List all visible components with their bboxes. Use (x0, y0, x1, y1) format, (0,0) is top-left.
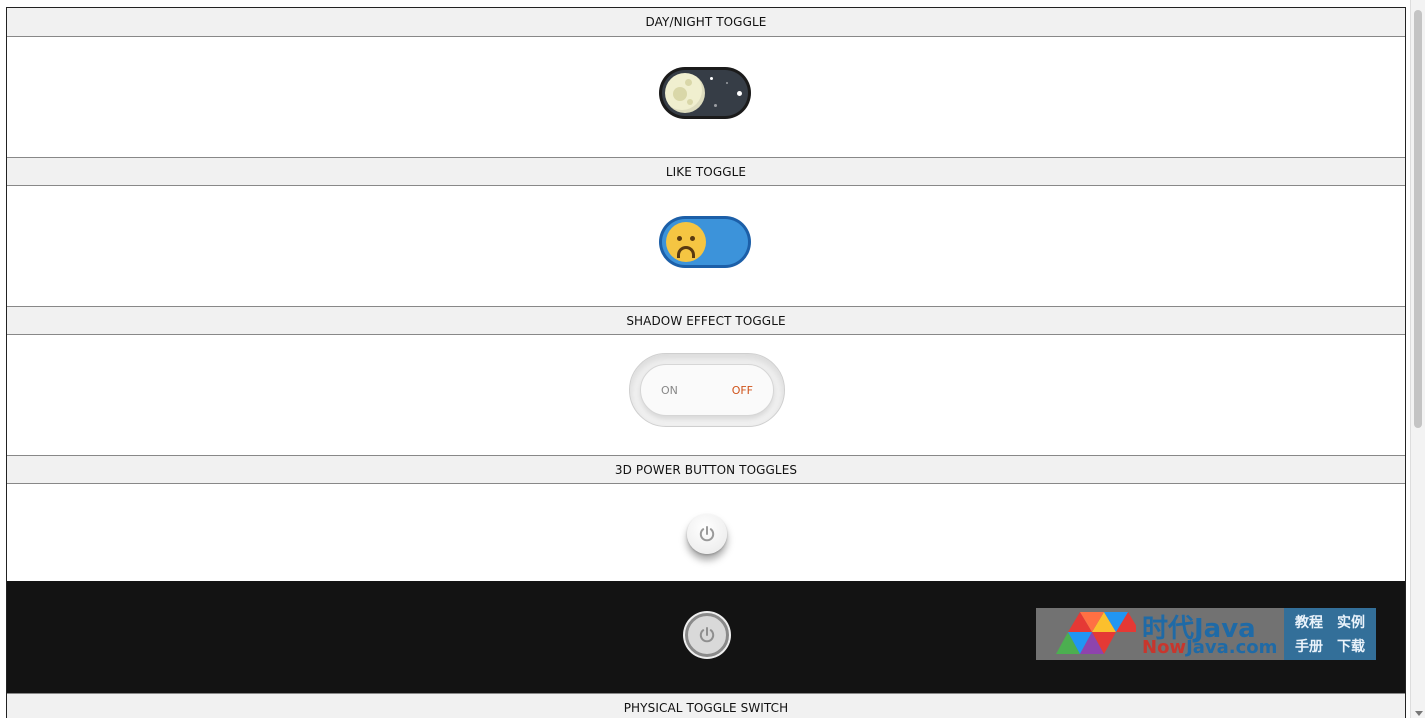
watermark-brand: 时代Java NowJava.com (1136, 608, 1284, 660)
section-title: LIKE TOGGLE (665, 164, 747, 179)
on-label: ON (661, 384, 678, 397)
star-icon (726, 82, 728, 84)
section-title: 3D POWER BUTTON TOGGLES (614, 462, 798, 477)
shadow-toggle-track: ON OFF (640, 364, 774, 416)
link-example: 实例 (1337, 615, 1365, 631)
power-icon (699, 627, 715, 643)
section-title: PHYSICAL TOGGLE SWITCH (623, 700, 789, 715)
moon-icon (665, 73, 705, 113)
section-title: SHADOW EFFECT TOGGLE (626, 313, 786, 328)
triangle-logo-icon (1036, 608, 1140, 660)
scrollbar-thumb[interactable] (1414, 10, 1422, 428)
section-header-physical: PHYSICAL TOGGLE SWITCH (7, 693, 1405, 718)
section-title: DAY/NIGHT TOGGLE (645, 15, 767, 29)
link-download: 下载 (1337, 639, 1365, 655)
watermark-links: 教程 实例 手册 下载 (1284, 608, 1376, 660)
section-header-like: LIKE TOGGLE (7, 157, 1405, 186)
like-toggle[interactable] (659, 216, 751, 268)
off-label: OFF (731, 384, 753, 397)
section-header-day-night: DAY/NIGHT TOGGLE (7, 8, 1405, 37)
vertical-scrollbar[interactable] (1410, 0, 1425, 718)
shadow-effect-toggle[interactable]: ON OFF (629, 353, 785, 427)
star-icon (737, 91, 742, 96)
scroll-down-arrow-icon[interactable] (1415, 711, 1423, 716)
like-track (662, 219, 748, 265)
power-icon (699, 526, 715, 542)
star-icon (714, 104, 717, 107)
section-header-power: 3D POWER BUTTON TOGGLES (7, 455, 1405, 484)
power-button-light[interactable] (687, 514, 727, 554)
watermark: 时代Java NowJava.com 教程 实例 手册 下载 (1036, 608, 1376, 660)
day-night-toggle[interactable] (659, 67, 751, 119)
star-icon (710, 77, 713, 80)
link-tutorial: 教程 (1295, 615, 1323, 631)
section-header-shadow: SHADOW EFFECT TOGGLE (7, 306, 1405, 335)
link-manual: 手册 (1295, 639, 1323, 655)
brand-url: NowJava.com (1142, 637, 1278, 658)
sad-face-icon (666, 222, 706, 262)
power-button-dark[interactable] (685, 613, 729, 657)
night-sky (662, 70, 748, 116)
